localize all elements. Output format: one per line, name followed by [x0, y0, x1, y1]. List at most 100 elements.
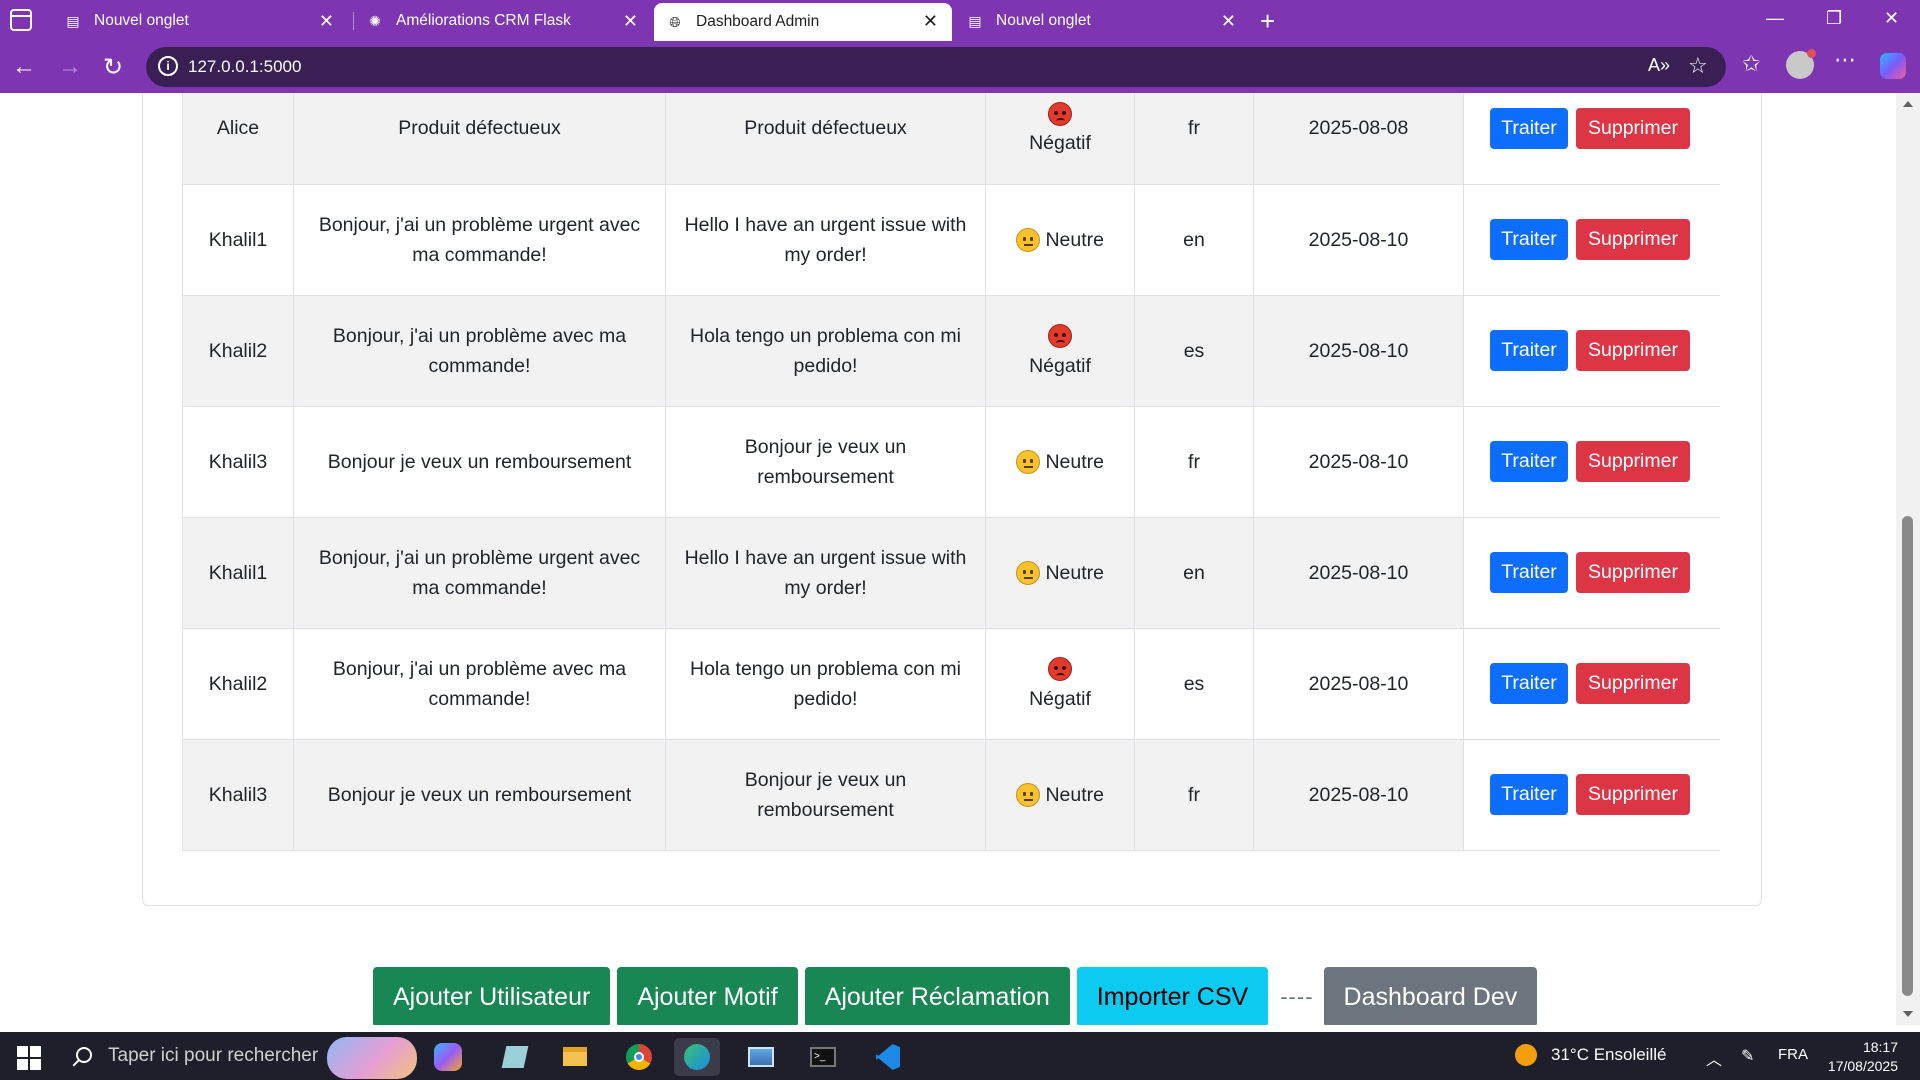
window-close-icon[interactable]: ✕ — [1884, 8, 1899, 29]
angry-face-icon — [1048, 657, 1072, 682]
cell-translation: Hola tengo un problema con mi pedido! — [665, 628, 986, 740]
clock-time: 18:17 — [1862, 1039, 1898, 1055]
close-icon[interactable]: ✕ — [319, 11, 334, 32]
delete-button[interactable]: Supprimer — [1576, 663, 1690, 704]
profile-avatar[interactable] — [1786, 49, 1816, 79]
read-aloud-icon[interactable]: A» — [1648, 55, 1670, 76]
treat-button[interactable]: Traiter — [1490, 774, 1568, 815]
copilot-icon[interactable] — [1880, 53, 1906, 79]
cell-language: fr — [1134, 406, 1254, 518]
tab-ameliorations-crm[interactable]: ✺ Améliorations CRM Flask ✕ — [354, 3, 652, 39]
delete-button[interactable]: Supprimer — [1576, 330, 1690, 371]
restore-icon[interactable]: ❐ — [1826, 8, 1842, 29]
scrollbar-thumb[interactable] — [1902, 516, 1913, 996]
vscode-icon[interactable] — [868, 1038, 906, 1076]
clock-date: 17/08/2025 — [1827, 1058, 1898, 1074]
sidebar-toggle-icon[interactable] — [10, 9, 32, 31]
info-icon[interactable]: i — [158, 56, 178, 76]
more-options-icon[interactable]: ⋯ — [1834, 47, 1856, 73]
windows-start-icon[interactable] — [17, 1046, 41, 1070]
cell-date: 2025-08-08 — [1253, 93, 1464, 185]
treat-button[interactable]: Traiter — [1490, 663, 1568, 704]
taskbar-search[interactable]: Taper ici pour rechercher — [62, 1032, 422, 1080]
tab-label: Dashboard Admin — [696, 13, 820, 30]
cell-date: 2025-08-10 — [1253, 406, 1464, 518]
tab-nouvel-onglet-1[interactable]: ▤ Nouvel onglet ✕ — [52, 3, 348, 39]
close-icon[interactable]: ✕ — [623, 11, 638, 32]
cell-date: 2025-08-10 — [1253, 517, 1464, 629]
dashboard-dev-button[interactable]: Dashboard Dev — [1323, 967, 1538, 1025]
cell-language: fr — [1134, 739, 1254, 851]
files-app-icon[interactable] — [496, 1038, 534, 1076]
cell-date: 2025-08-10 — [1253, 628, 1464, 740]
minimize-icon[interactable]: — — [1766, 8, 1784, 29]
pen-icon[interactable]: ✎ — [1741, 1046, 1754, 1066]
tab-dashboard-admin[interactable]: 🌐︎ Dashboard Admin ✕ — [654, 3, 952, 41]
cell-date: 2025-08-10 — [1253, 295, 1464, 407]
treat-button[interactable]: Traiter — [1490, 107, 1568, 149]
cell-sentiment: Neutre — [985, 184, 1135, 296]
page-viewport: Alice Produit défectueux Produit défectueu… — [6, 93, 1896, 1025]
treat-button[interactable]: Traiter — [1490, 330, 1568, 371]
tab-label: Améliorations CRM Flask — [396, 12, 571, 29]
search-icon — [76, 1047, 92, 1063]
photos-app-icon[interactable] — [742, 1038, 780, 1076]
scroll-down-icon[interactable] — [1903, 1011, 1913, 1017]
language-indicator[interactable]: FRA — [1778, 1046, 1808, 1063]
add-user-button[interactable]: Ajouter Utilisateur — [373, 967, 611, 1025]
delete-button[interactable]: Supprimer — [1576, 219, 1690, 260]
cell-actions: Traiter Supprimer — [1463, 93, 1720, 185]
table-row: Khalil2 Bonjour, j'ai un problème avec ma… — [182, 295, 1720, 407]
cell-user: Khalil2 — [182, 295, 294, 407]
cell-user: Khalil1 — [182, 184, 294, 296]
favorite-star-icon[interactable]: ☆ — [1688, 53, 1708, 79]
file-explorer-icon[interactable] — [556, 1038, 594, 1076]
delete-button[interactable]: Supprimer — [1576, 107, 1690, 149]
new-tab-icon[interactable]: + — [1260, 6, 1275, 37]
add-reclamation-button[interactable]: Ajouter Réclamation — [804, 967, 1070, 1025]
browser-toolbar: ← → ↻ i 127.0.0.1:5000 A» ☆ ✩ ⋯ — [0, 41, 1920, 93]
address-bar[interactable]: i 127.0.0.1:5000 A» ☆ — [146, 47, 1726, 87]
chrome-icon[interactable] — [620, 1038, 658, 1076]
edge-icon[interactable] — [674, 1038, 720, 1076]
close-icon[interactable]: ✕ — [1221, 11, 1236, 32]
cell-sentiment: Neutre — [985, 517, 1135, 629]
terminal-icon[interactable]: >_ — [804, 1038, 842, 1076]
cell-sentiment: Neutre — [985, 406, 1135, 518]
treat-button[interactable]: Traiter — [1490, 219, 1568, 260]
url-text[interactable]: 127.0.0.1:5000 — [188, 57, 301, 77]
import-csv-button[interactable]: Importer CSV — [1076, 967, 1269, 1025]
treat-button[interactable]: Traiter — [1490, 441, 1568, 482]
cell-sentiment: Négatif — [985, 628, 1135, 740]
delete-button[interactable]: Supprimer — [1576, 774, 1690, 815]
sentiment-label: Négatif — [1029, 687, 1091, 710]
page-scrollbar[interactable] — [1896, 93, 1920, 1025]
search-highlight-image — [327, 1037, 417, 1079]
weather-widget[interactable]: 31°C Ensoleillé — [1515, 1044, 1666, 1066]
close-icon[interactable]: ✕ — [923, 11, 938, 32]
cell-message: Bonjour, j'ai un problème urgent avec ma… — [293, 184, 666, 296]
cell-translation: Produit défectueux — [665, 93, 986, 185]
refresh-icon[interactable]: ↻ — [103, 53, 123, 82]
sentiment-label: Neutre — [1045, 228, 1104, 251]
search-placeholder[interactable]: Taper ici pour rechercher — [108, 1045, 318, 1067]
chevron-up-icon[interactable]: ︿ — [1706, 1046, 1722, 1070]
cell-language: en — [1134, 517, 1254, 629]
forward-icon[interactable]: → — [58, 53, 82, 81]
treat-button[interactable]: Traiter — [1490, 552, 1568, 593]
favorites-icon[interactable]: ✩ — [1742, 51, 1760, 77]
tab-label: Nouvel onglet — [996, 12, 1091, 29]
delete-button[interactable]: Supprimer — [1576, 441, 1690, 482]
add-motif-button[interactable]: Ajouter Motif — [617, 967, 798, 1025]
table-row: Khalil1 Bonjour, j'ai un problème urgent … — [182, 184, 1720, 296]
delete-button[interactable]: Supprimer — [1576, 552, 1690, 593]
scroll-up-icon[interactable] — [1903, 101, 1913, 107]
system-clock[interactable]: 18:17 17/08/2025 — [1810, 1038, 1898, 1076]
new-tab-page-icon: ▤ — [66, 12, 80, 29]
browser-tab-bar: ▤ Nouvel onglet ✕ ✺ Améliorations CRM Fl… — [0, 0, 1920, 41]
copilot-app-icon[interactable] — [434, 1043, 462, 1071]
sentiment-label: Négatif — [1029, 354, 1091, 377]
tab-nouvel-onglet-2[interactable]: ▤ Nouvel onglet ✕ — [954, 3, 1250, 39]
back-icon[interactable]: ← — [12, 53, 36, 81]
cell-sentiment: Négatif — [985, 295, 1135, 407]
